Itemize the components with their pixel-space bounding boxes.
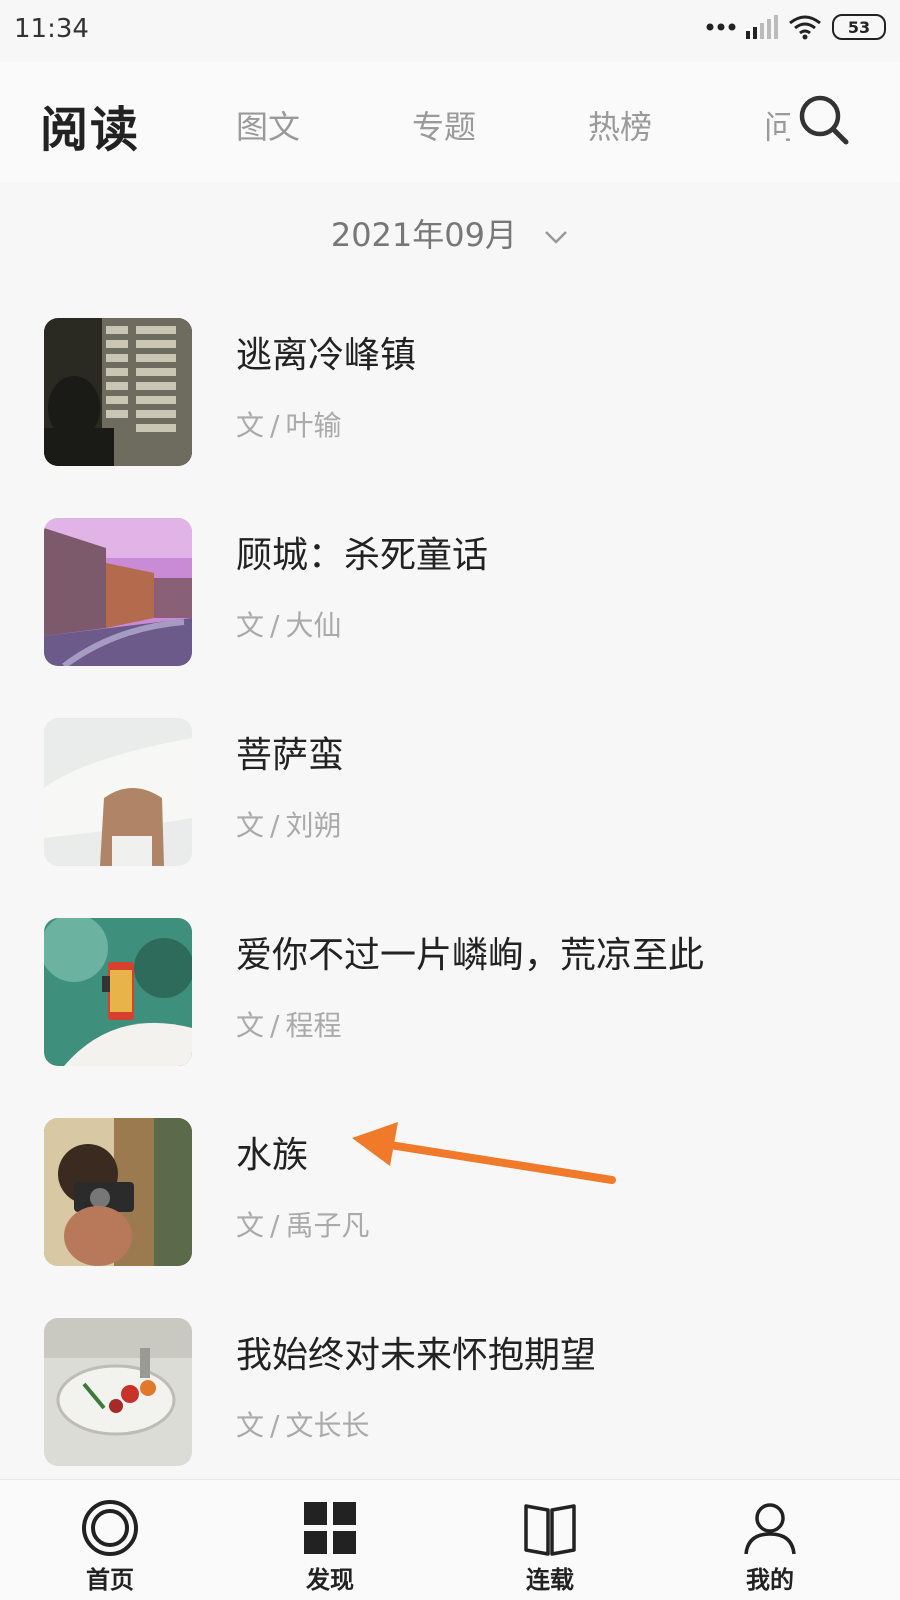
status-time: 11:34 [14, 14, 89, 44]
article-thumbnail [44, 1318, 192, 1466]
page-title: 阅读 [40, 102, 141, 158]
signal-icon [746, 15, 778, 39]
orange-arrow-annotation [352, 1122, 616, 1184]
month-label: 2021年09月 [330, 216, 517, 254]
book-icon [524, 1504, 576, 1556]
list-item[interactable]: 逃离冷峰镇 文 / 叶输 [0, 318, 900, 478]
status-icons: 53 [706, 14, 886, 40]
article-thumbnail [44, 918, 192, 1066]
chevron-down-icon [545, 231, 568, 244]
nav-home-label: 首页 [86, 1566, 134, 1594]
list-item[interactable]: 我始终对未来怀抱期望 文 / 文长长 [0, 1318, 900, 1478]
thumbnail-image [44, 718, 192, 866]
article-thumbnail [44, 518, 192, 666]
more-dots-icon [706, 23, 736, 31]
list-item[interactable]: 菩萨蛮 文 / 刘朔 [0, 718, 900, 878]
thumbnail-image [44, 518, 192, 666]
tab-hot-list[interactable]: 热榜 [588, 102, 652, 148]
nav-discover[interactable]: 发现 [270, 1480, 390, 1600]
nav-mine[interactable]: 我的 [710, 1480, 830, 1600]
thumbnail-image [44, 918, 192, 1066]
tab-graphic[interactable]: 图文 [236, 102, 300, 148]
article-title[interactable]: 我始终对未来怀抱期望 [236, 1326, 596, 1378]
article-title[interactable]: 菩萨蛮 [236, 726, 344, 778]
article-author: 文 / 程程 [236, 1009, 342, 1042]
user-icon [744, 1503, 796, 1555]
home-circle-icon [82, 1500, 138, 1556]
list-item[interactable]: 爱你不过一片嶙峋，荒凉至此 文 / 程程 [0, 918, 900, 1078]
article-thumbnail [44, 718, 192, 866]
nav-serial-label: 连载 [526, 1566, 574, 1594]
nav-serial[interactable]: 连载 [490, 1480, 610, 1600]
article-title[interactable]: 爱你不过一片嶙峋，荒凉至此 [236, 926, 704, 978]
thumbnail-image [44, 1318, 192, 1466]
tab-topics[interactable]: 专题 [412, 102, 476, 148]
app-header: 阅读 图文 专题 热榜 问 [0, 62, 900, 182]
wifi-icon [789, 15, 821, 40]
grid-icon [304, 1502, 356, 1554]
tab-qa[interactable]: 问 [764, 102, 790, 148]
search-icon[interactable] [796, 92, 852, 148]
article-title[interactable]: 逃离冷峰镇 [236, 326, 416, 378]
battery-indicator: 53 [832, 14, 886, 40]
nav-home[interactable]: 首页 [50, 1480, 170, 1600]
thumbnail-image [44, 1118, 192, 1266]
article-thumbnail [44, 318, 192, 466]
article-author: 文 / 刘朔 [236, 809, 342, 842]
article-author: 文 / 文长长 [236, 1409, 370, 1442]
status-bar: 11:34 53 [0, 0, 900, 62]
article-thumbnail [44, 1118, 192, 1266]
article-author: 文 / 大仙 [236, 609, 342, 642]
article-title[interactable]: 顾城：杀死童话 [236, 526, 488, 578]
article-title[interactable]: 水族 [236, 1126, 308, 1178]
article-author: 文 / 叶输 [236, 409, 342, 442]
article-author: 文 / 禹子凡 [236, 1209, 370, 1242]
nav-mine-label: 我的 [746, 1566, 794, 1594]
month-picker[interactable]: 2021年09月 [0, 210, 900, 256]
bottom-nav: 首页 发现 连载 我的 [0, 1479, 900, 1600]
thumbnail-image [44, 318, 192, 466]
list-item[interactable]: 顾城：杀死童话 文 / 大仙 [0, 518, 900, 678]
nav-discover-label: 发现 [306, 1566, 354, 1594]
